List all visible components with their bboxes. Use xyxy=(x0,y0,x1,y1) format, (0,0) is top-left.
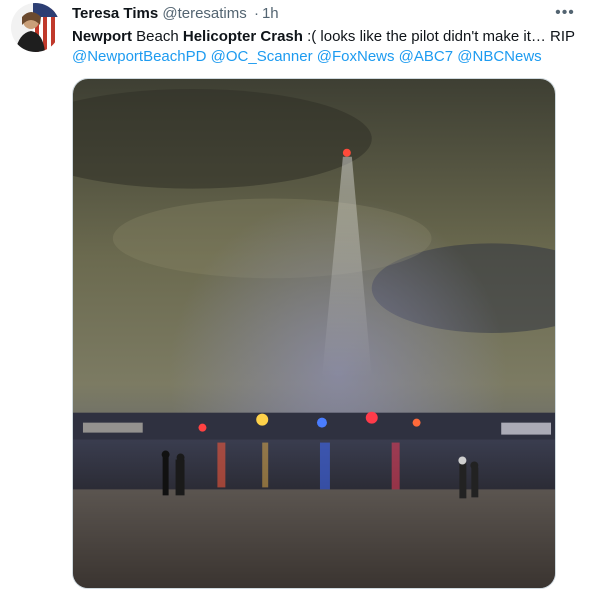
author-handle[interactable]: @teresatims xyxy=(162,5,246,22)
text-message: :( looks like the pilot didn't make it… … xyxy=(302,28,576,45)
tweet-text: Newport Beach Helicopter Crash :( looks … xyxy=(72,27,577,67)
mention-abc7[interactable]: @ABC7 xyxy=(399,48,453,65)
tweet-photo[interactable] xyxy=(72,78,556,589)
more-options-button[interactable]: ••• xyxy=(555,4,575,22)
more-horizontal-icon: ••• xyxy=(555,4,575,21)
tweet[interactable]: Teresa Tims @teresatims · 1h ••• Newport … xyxy=(0,0,589,597)
mention-foxnews[interactable]: @FoxNews xyxy=(317,48,395,65)
avatar[interactable] xyxy=(11,3,60,52)
timestamp[interactable]: 1h xyxy=(262,5,279,22)
separator-dot: · xyxy=(253,5,259,22)
text-bold-helicopter-crash: Helicopter Crash xyxy=(182,28,303,45)
text-bold-newport: Newport xyxy=(72,28,132,45)
author-name[interactable]: Teresa Tims xyxy=(72,5,158,22)
mention-oc-scanner[interactable]: @OC_Scanner xyxy=(211,48,313,65)
mention-newportbeachpd[interactable]: @NewportBeachPD xyxy=(72,48,206,65)
tweet-header: Teresa Tims @teresatims · 1h xyxy=(72,5,549,23)
mention-nbcnews[interactable]: @NBCNews xyxy=(457,48,541,65)
text-beach: Beach xyxy=(132,28,183,45)
